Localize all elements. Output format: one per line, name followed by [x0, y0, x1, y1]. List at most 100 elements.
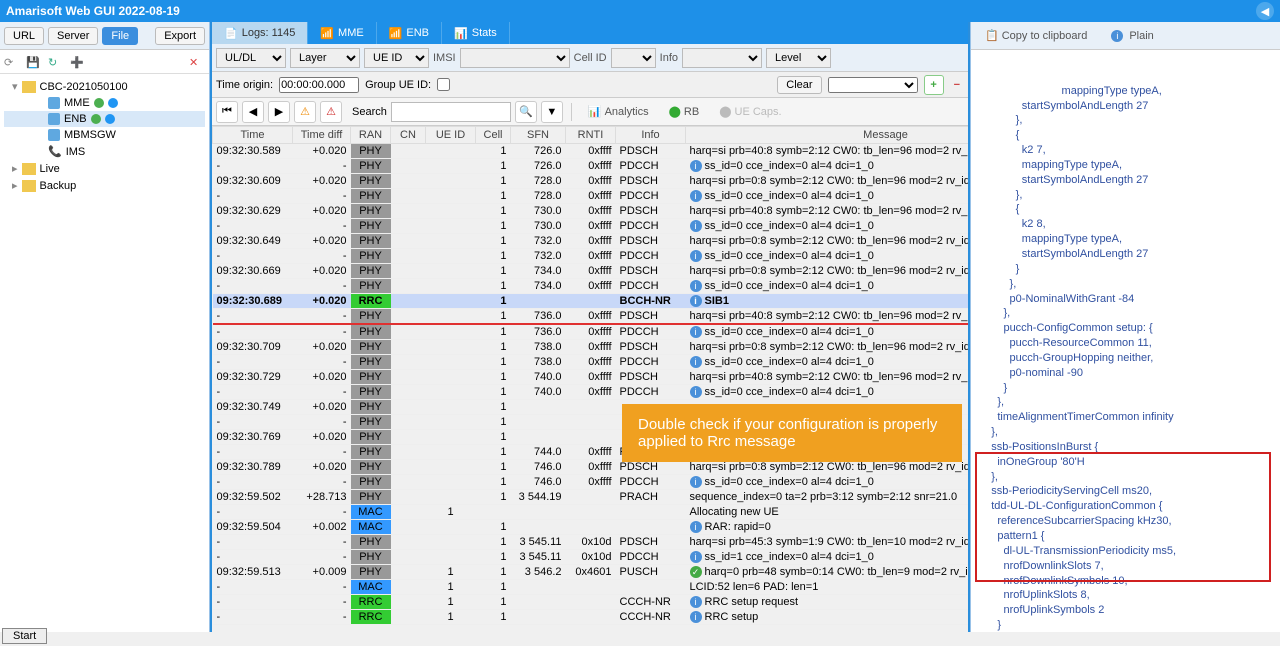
col-cn[interactable]: CN	[391, 127, 426, 144]
col-time-diff[interactable]: Time diff	[293, 127, 351, 144]
info-select[interactable]	[682, 48, 762, 68]
tree-item-mme[interactable]: MME	[4, 95, 205, 111]
col-info[interactable]: Info	[616, 127, 686, 144]
col-message[interactable]: Message	[686, 127, 969, 144]
tree-item-ims[interactable]: 📞IMS	[4, 143, 205, 160]
log-row[interactable]: --RRC11CCCH-NRiRRC setup request	[213, 595, 969, 610]
time-origin-input[interactable]	[279, 77, 359, 93]
log-row[interactable]: 09:32:30.709+0.020PHY1738.00xffffPDSCHha…	[213, 340, 969, 355]
info-label: Info	[660, 52, 678, 64]
left-panel: URL Server File Export ⟳ 💾 ↻ ➕ ✕ ▾CBC-20…	[0, 22, 210, 632]
app-title: Amarisoft Web GUI 2022-08-19	[6, 4, 180, 18]
nav-first-icon[interactable]: ⏮	[216, 101, 238, 123]
col-cell[interactable]: Cell	[476, 127, 511, 144]
log-row[interactable]: 09:32:30.729+0.020PHY1740.00xffffPDSCHha…	[213, 370, 969, 385]
nav-prev-icon[interactable]: ◀	[242, 101, 264, 123]
col-time[interactable]: Time	[213, 127, 293, 144]
log-row[interactable]: 09:32:30.629+0.020PHY1730.00xffffPDSCHha…	[213, 204, 969, 219]
tree-item-live[interactable]: ▸Live	[4, 160, 205, 177]
col-ran[interactable]: RAN	[351, 127, 391, 144]
level-select[interactable]: Level	[766, 48, 831, 68]
tab-mme[interactable]: 📶MME	[308, 22, 376, 44]
tab-enb[interactable]: 📶ENB	[377, 22, 442, 44]
binoculars-icon[interactable]: 🔍	[515, 101, 537, 123]
uldl-select[interactable]: UL/DL	[216, 48, 286, 68]
log-row[interactable]: --PHY1734.00xffffPDCCHiss_id=0 cce_index…	[213, 279, 969, 294]
start-button[interactable]: Start	[2, 628, 47, 644]
log-row[interactable]: 09:32:30.649+0.020PHY1732.00xffffPDSCHha…	[213, 234, 969, 249]
history-select[interactable]	[828, 77, 918, 93]
url-button[interactable]: URL	[4, 27, 44, 45]
log-row[interactable]: --PHY1726.00xffffPDCCHiss_id=0 cce_index…	[213, 159, 969, 174]
search-input[interactable]	[391, 102, 511, 122]
analytics-button[interactable]: 📊Analytics	[580, 102, 657, 121]
node-icon	[48, 129, 60, 141]
remove-filter-button[interactable]: −	[950, 79, 964, 91]
disk-icon[interactable]: 💾	[26, 56, 42, 68]
log-row[interactable]: --PHY1728.00xffffPDCCHiss_id=0 cce_index…	[213, 189, 969, 204]
tree-item-cbc-2021050100[interactable]: ▾CBC-2021050100	[4, 78, 205, 95]
add-filter-button[interactable]: +	[924, 75, 944, 95]
log-row[interactable]: --PHY1732.00xffffPDCCHiss_id=0 cce_index…	[213, 249, 969, 264]
log-row[interactable]: 09:32:59.513+0.009PHY113 546.20x4601PUSC…	[213, 565, 969, 580]
group-checkbox[interactable]	[437, 78, 450, 91]
col-rnti[interactable]: RNTI	[566, 127, 616, 144]
log-row[interactable]: --PHY1736.00xffffPDCCHiss_id=0 cce_index…	[213, 324, 969, 340]
log-row[interactable]: 09:32:30.609+0.020PHY1728.00xffffPDSCHha…	[213, 174, 969, 189]
tree-item-mbmsgw[interactable]: MBMSGW	[4, 127, 205, 143]
layer-select[interactable]: Layer	[290, 48, 360, 68]
log-row[interactable]: --MAC11LCID:52 len=6 PAD: len=1	[213, 580, 969, 595]
log-row[interactable]: 09:32:59.504+0.002MAC1iRAR: rapid=0	[213, 520, 969, 535]
warning-icon[interactable]: ⚠	[294, 101, 316, 123]
tree-item-enb[interactable]: ENB	[4, 111, 205, 127]
log-row[interactable]: --PHY13 545.110x10dPDSCHharq=si prb=45:3…	[213, 535, 969, 550]
log-row[interactable]: 09:32:30.689+0.020RRC1BCCH-NRiSIB1	[213, 294, 969, 309]
log-row[interactable]: --PHY1738.00xffffPDCCHiss_id=0 cce_index…	[213, 355, 969, 370]
tab-logs[interactable]: 📄Logs: 1145	[212, 22, 308, 44]
file-tree[interactable]: ▾CBC-2021050100MMEENBMBMSGW📞IMS▸Live▸Bac…	[0, 74, 209, 632]
ueid-select[interactable]: UE ID	[364, 48, 429, 68]
status-dot	[91, 114, 101, 124]
info-icon: i	[690, 521, 702, 533]
col-ue-id[interactable]: UE ID	[426, 127, 476, 144]
search-down-icon[interactable]: ▼	[541, 101, 563, 123]
plain-button[interactable]: iPlain	[1103, 27, 1161, 45]
nav-next-icon[interactable]: ▶	[268, 101, 290, 123]
col-sfn[interactable]: SFN	[511, 127, 566, 144]
log-row[interactable]: --PHY1746.00xffffPDCCHiss_id=0 cce_index…	[213, 475, 969, 490]
log-row[interactable]: 09:32:30.589+0.020PHY1726.00xffffPDSCHha…	[213, 144, 969, 159]
clear-button[interactable]: Clear	[777, 76, 821, 94]
rb-button[interactable]: ⬤RB	[661, 102, 708, 121]
file-button[interactable]: File	[102, 27, 138, 45]
add-icon[interactable]: ➕	[70, 56, 86, 68]
tree-item-backup[interactable]: ▸Backup	[4, 177, 205, 194]
copy-button[interactable]: 📋 Copy to clipboard	[977, 26, 1095, 45]
server-button[interactable]: Server	[48, 27, 98, 45]
message-detail[interactable]: mappingType typeA, startSymbolAndLength …	[971, 50, 1280, 632]
refresh-icon[interactable]: ↻	[48, 56, 64, 68]
center-panel: 📄Logs: 1145📶MME📶ENB📊Stats UL/DL Layer UE…	[210, 22, 970, 632]
log-row[interactable]: --PHY13 545.110x10dPDCCHiss_id=1 cce_ind…	[213, 550, 969, 565]
cellid-select[interactable]	[611, 48, 656, 68]
log-grid[interactable]: TimeTime diffRANCNUE IDCellSFNRNTIInfoMe…	[212, 126, 968, 632]
collapse-left-icon[interactable]: ◀	[1256, 2, 1274, 20]
log-row[interactable]: --PHY1736.00xffffPDSCHharq=si prb=40:8 s…	[213, 309, 969, 325]
reconnect-icon[interactable]: ⟳	[4, 56, 20, 68]
log-row[interactable]: --PHY1730.00xffffPDCCHiss_id=0 cce_index…	[213, 219, 969, 234]
error-icon[interactable]: ⚠	[320, 101, 342, 123]
uecaps-button[interactable]: ⬤UE Caps.	[711, 102, 789, 121]
info-icon: i	[690, 386, 702, 398]
group-label: Group UE ID:	[365, 79, 431, 91]
export-button[interactable]: Export	[155, 27, 205, 45]
close-icon[interactable]: ✕	[189, 56, 205, 68]
log-row[interactable]: --MAC1Allocating new UE	[213, 505, 969, 520]
log-row[interactable]: --RRC11CCCH-NRiRRC setup	[213, 610, 969, 625]
filter-bar-2: Time origin: Group UE ID: Clear + −	[212, 72, 968, 98]
log-row[interactable]: --PHY1740.00xffffPDCCHiss_id=0 cce_index…	[213, 385, 969, 400]
log-row[interactable]: 09:32:30.669+0.020PHY1734.00xffffPDSCHha…	[213, 264, 969, 279]
info-icon: i	[690, 220, 702, 232]
tab-stats[interactable]: 📊Stats	[442, 22, 510, 44]
imsi-select[interactable]	[460, 48, 570, 68]
log-row[interactable]: 09:32:59.502+28.713PHY13 544.19PRACHsequ…	[213, 490, 969, 505]
detail-panel: 📋 Copy to clipboard iPlain mappingType t…	[970, 22, 1280, 632]
